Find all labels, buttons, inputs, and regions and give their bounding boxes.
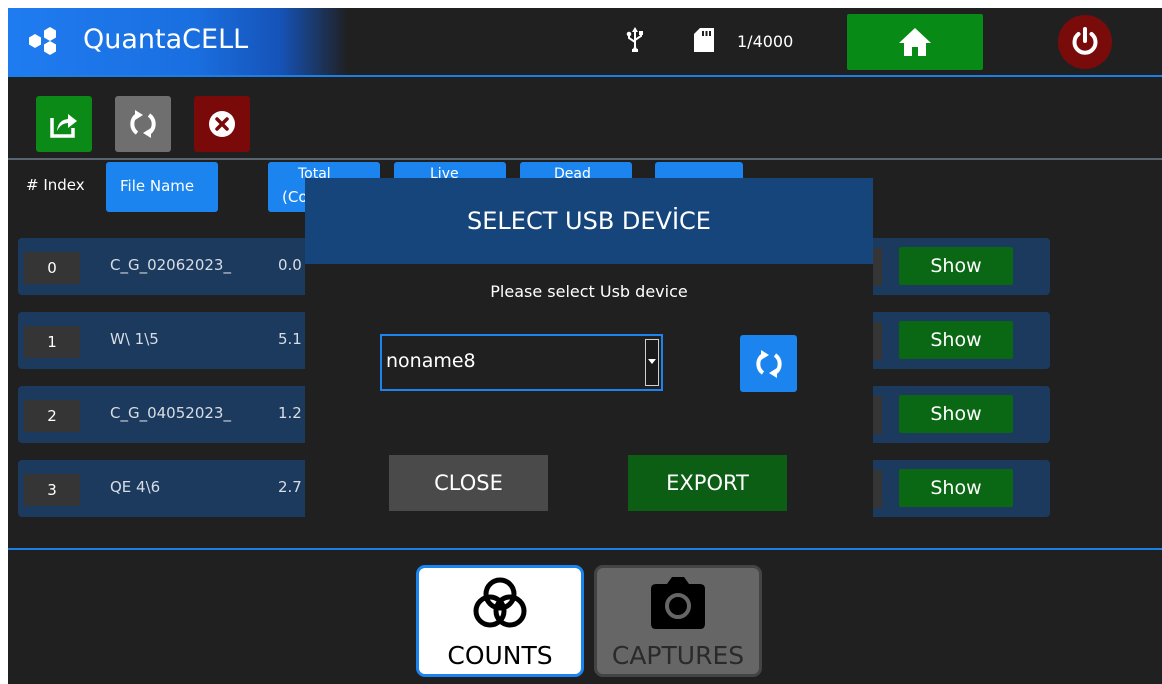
row-index: 0 xyxy=(24,252,80,284)
refresh-icon xyxy=(130,110,156,138)
home-icon xyxy=(899,28,931,56)
tab-counts[interactable]: COUNTS xyxy=(416,565,584,677)
refresh-devices-button[interactable] xyxy=(740,335,797,392)
column-index-header: # Index xyxy=(26,176,85,194)
dialog-header: SELECT USB DEVİCE xyxy=(305,178,873,264)
storage-counter: 1/4000 xyxy=(737,32,794,51)
usb-icon xyxy=(626,27,643,52)
dropdown-arrow[interactable] xyxy=(645,339,659,386)
refresh-icon xyxy=(756,350,782,378)
header-bar: QuantaCELL 1/4000 xyxy=(8,8,1162,77)
export-button[interactable] xyxy=(36,96,92,152)
row-file-name: C_G_02062023_ xyxy=(110,256,231,274)
tab-captures-label: CAPTURES xyxy=(611,641,745,670)
row-file-name: W\ 1\5 xyxy=(110,330,159,348)
show-button[interactable]: Show xyxy=(899,469,1013,507)
export-icon xyxy=(50,114,77,138)
usb-device-value: noname8 xyxy=(386,350,476,372)
power-icon xyxy=(1072,27,1098,55)
sd-card-icon xyxy=(694,28,714,52)
delete-icon xyxy=(209,111,235,137)
power-button[interactable] xyxy=(1058,15,1112,69)
chevron-down-icon xyxy=(648,359,656,364)
column-total-sublabel: (Co xyxy=(282,188,308,206)
export-confirm-button[interactable]: EXPORT xyxy=(628,455,787,511)
header-divider xyxy=(8,75,1162,77)
row-index: 2 xyxy=(24,400,80,432)
row-file-name: QE 4\6 xyxy=(110,478,161,496)
row-index: 1 xyxy=(24,326,80,358)
brand-area: QuantaCELL xyxy=(8,8,348,76)
refresh-button[interactable] xyxy=(115,96,171,152)
footer-divider xyxy=(8,548,1162,550)
toolbar-divider xyxy=(8,158,1162,160)
row-total: 2.7 xyxy=(278,478,302,496)
show-button[interactable]: Show xyxy=(899,395,1013,433)
show-button[interactable]: Show xyxy=(899,321,1013,359)
column-file-name-label: File Name xyxy=(120,177,195,195)
tab-captures[interactable]: CAPTURES xyxy=(594,565,762,677)
home-button[interactable] xyxy=(847,14,983,70)
delete-button[interactable] xyxy=(194,96,250,152)
tab-counts-label: COUNTS xyxy=(447,641,553,670)
row-total: 1.2 xyxy=(278,404,302,422)
counts-icon xyxy=(473,577,527,628)
row-index: 3 xyxy=(24,474,80,506)
dialog-title: SELECT USB DEVİCE xyxy=(467,207,711,235)
app-title: QuantaCELL xyxy=(83,24,249,55)
show-button[interactable]: Show xyxy=(899,247,1013,285)
logo-icon xyxy=(29,27,56,55)
app-window: QuantaCELL 1/4000 # Index File Name Tota… xyxy=(8,8,1162,684)
close-button[interactable]: CLOSE xyxy=(389,455,548,511)
dialog-message: Please select Usb device xyxy=(490,282,688,301)
select-usb-dialog: SELECT USB DEVİCE Please select Usb devi… xyxy=(305,178,873,518)
column-file-name-header[interactable]: File Name xyxy=(106,162,218,212)
row-total: 5.1 xyxy=(278,330,302,348)
row-total: 0.0 xyxy=(278,256,302,274)
camera-icon xyxy=(651,577,705,629)
usb-device-select[interactable]: noname8 xyxy=(380,334,663,391)
row-file-name: C_G_04052023_ xyxy=(110,404,231,422)
